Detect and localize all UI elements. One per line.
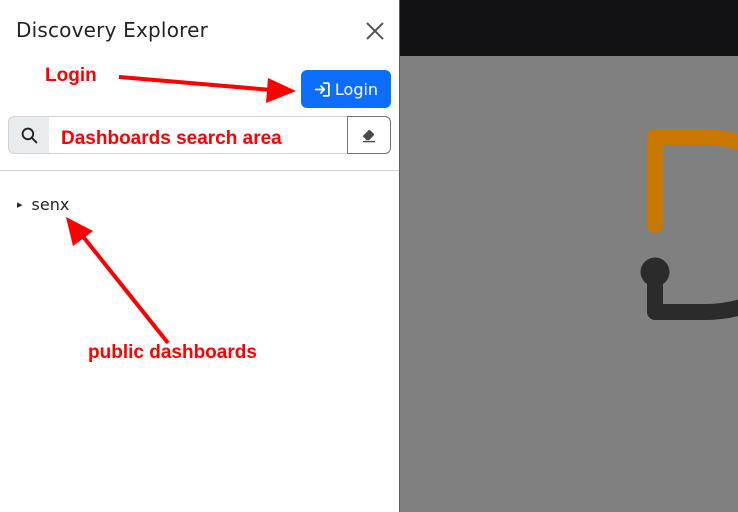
login-button[interactable]: Login	[301, 70, 391, 108]
panel-divider	[0, 170, 399, 171]
close-icon	[366, 22, 384, 40]
close-button[interactable]	[362, 18, 388, 44]
tree-item-label: senx	[31, 194, 70, 214]
eraser-icon	[361, 129, 375, 143]
clear-search-button[interactable]	[347, 116, 391, 154]
panel-title: Discovery Explorer	[16, 18, 209, 42]
expand-caret-icon[interactable]: ▸	[17, 198, 23, 211]
discovery-logo-icon	[640, 129, 738, 320]
login-button-label: Login	[334, 79, 379, 99]
annotation-search-area: Dashboards search area	[61, 128, 282, 149]
annotation-public-dashboards: public dashboards	[88, 342, 257, 363]
login-icon	[314, 81, 330, 97]
dashboard-preview	[400, 0, 738, 512]
annotation-login: Login	[45, 65, 97, 86]
tree-item-senx[interactable]: ▸ senx	[17, 193, 69, 215]
search-icon-addon	[8, 116, 50, 154]
search-icon	[21, 127, 37, 143]
